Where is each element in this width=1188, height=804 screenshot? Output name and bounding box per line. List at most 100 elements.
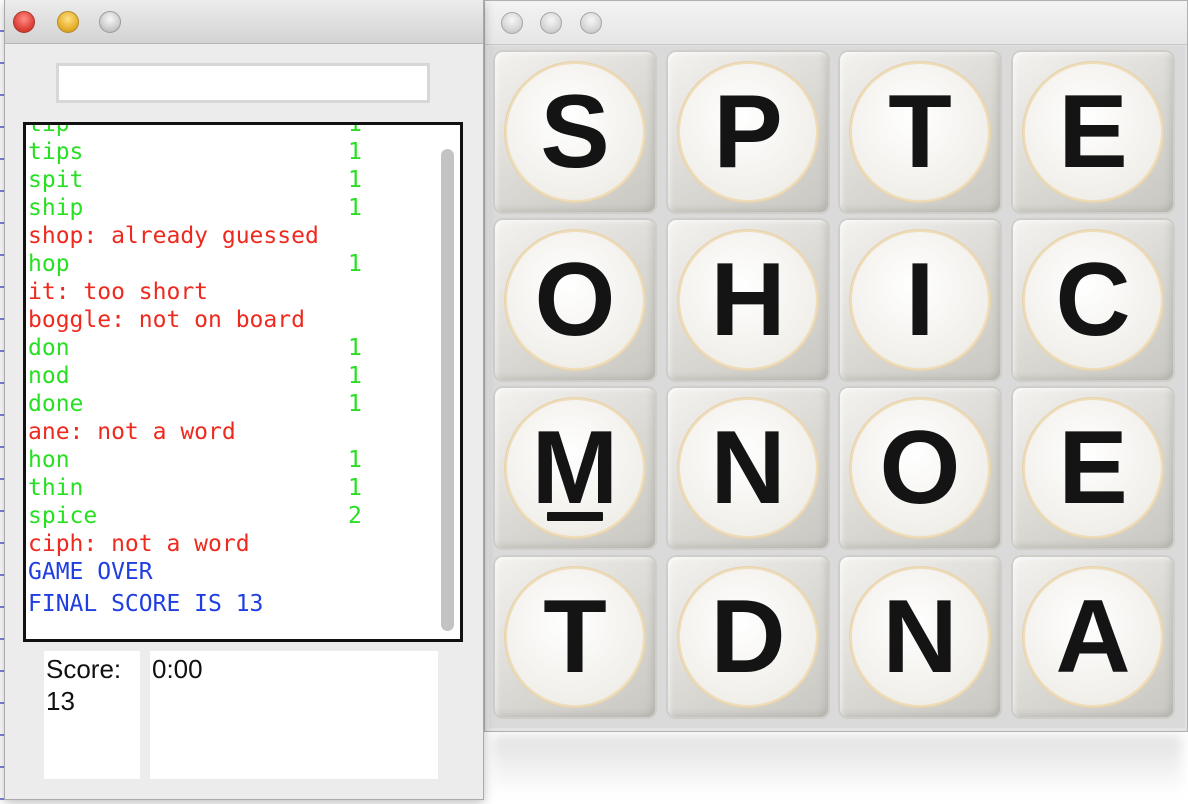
log-entry-points: 2 [348,503,362,529]
log-entry-text: tip [28,122,70,137]
word-entry-input[interactable] [56,63,430,103]
minimize-icon[interactable] [540,12,562,34]
letter-die[interactable]: C [1011,218,1175,382]
log-entry-text: nod [28,363,70,389]
log-entry: thin 1 [28,474,438,502]
log-entry: don 1 [28,334,438,362]
letter-die[interactable]: A [1011,555,1175,719]
die-letter: D [710,579,786,695]
die-letter: S [540,74,610,190]
zoom-icon[interactable] [580,12,602,34]
desktop: tip 1 tips 1 spit 1 ship 1 shop: already guessed… [0,0,1188,804]
boggle-board-window: SPTEOHICMNOETDNA [484,0,1188,732]
log-entry: ciph: not a word [28,530,438,558]
log-entry-text: thin [28,475,84,501]
die-letter: E [1058,410,1128,526]
log-entry: tips 1 [28,138,438,166]
log-entry: tip 1 [28,122,438,138]
game-console-window: tip 1 tips 1 spit 1 ship 1 shop: already guessed… [4,0,484,800]
log-entry-text: spice [28,503,98,529]
die-letter: P [713,74,783,190]
log-entry-text: ciph: not a word [28,531,250,557]
log-entry-points: 1 [348,167,362,193]
die-letter: M [531,410,619,526]
die-letter: A [1055,579,1131,695]
log-entry-points: 1 [348,335,362,361]
log-entry: done 1 [28,390,438,418]
zoom-icon[interactable] [99,11,121,33]
console-titlebar[interactable] [5,0,483,44]
guess-log-list: tip 1 tips 1 spit 1 ship 1 shop: already guessed… [28,122,438,618]
log-entry-text: done [28,391,84,417]
log-entry-points: 1 [348,251,362,277]
letter-grid: SPTEOHICMNOETDNA [489,46,1185,728]
die-letter: N [710,410,786,526]
die-letter: E [1058,74,1128,190]
log-entry-points: 1 [348,139,362,165]
die-letter: H [710,242,786,358]
log-entry: ship 1 [28,194,438,222]
log-entry-text: FINAL SCORE IS 13 [28,591,264,617]
letter-die[interactable]: N [838,555,1002,719]
die-letter: O [534,242,616,358]
log-entry-points: 1 [348,391,362,417]
timer-panel: 0:00 [150,651,438,779]
timer-value: 0:00 [152,654,203,684]
log-entry: nod 1 [28,362,438,390]
die-letter: C [1055,242,1131,358]
log-entry: hop 1 [28,250,438,278]
board-window-shadow [492,735,1182,795]
close-icon[interactable] [501,12,523,34]
log-entry-text: tips [28,139,84,165]
log-entry: spit 1 [28,166,438,194]
letter-die[interactable]: I [838,218,1002,382]
letter-die[interactable]: M [493,386,657,550]
log-entry-points: 1 [348,122,362,137]
log-entry: it: too short [28,278,438,306]
die-letter: T [888,74,952,190]
letter-die[interactable]: O [493,218,657,382]
log-entry: shop: already guessed [28,222,438,250]
log-entry-text: GAME OVER [28,559,153,585]
close-icon[interactable] [13,11,35,33]
log-entry-text: spit [28,167,84,193]
letter-die[interactable]: O [838,386,1002,550]
letter-die[interactable]: T [493,555,657,719]
board-titlebar[interactable] [485,1,1187,45]
log-entry-points: 1 [348,195,362,221]
die-letter: O [879,410,961,526]
guess-log-panel[interactable]: tip 1 tips 1 spit 1 ship 1 shop: already guessed… [23,122,463,642]
letter-die[interactable]: P [666,50,830,214]
die-letter: T [543,579,607,695]
die-letter: I [905,242,935,358]
letter-die[interactable]: E [1011,50,1175,214]
letter-die[interactable]: H [666,218,830,382]
log-scrollbar[interactable] [441,149,454,631]
minimize-icon[interactable] [57,11,79,33]
log-entry: ane: not a word [28,418,438,446]
score-panel: Score: 13 [44,651,140,779]
letter-die[interactable]: D [666,555,830,719]
die-letter: N [882,579,958,695]
log-entry-text: ane: not a word [28,419,236,445]
score-label: Score: [46,654,122,684]
log-entry: boggle: not on board [28,306,438,334]
letter-die[interactable]: N [666,386,830,550]
log-entry-text: hon [28,447,70,473]
log-entry-points: 1 [348,475,362,501]
log-entry-text: ship [28,195,84,221]
letter-die[interactable]: S [493,50,657,214]
log-entry: spice 2 [28,502,438,530]
log-entry-text: don [28,335,70,361]
log-entry-text: hop [28,251,70,277]
letter-die[interactable]: E [1011,386,1175,550]
score-value: 13 [46,686,75,716]
log-entry: GAME OVER [28,558,438,586]
log-entry-text: it: too short [28,279,209,305]
log-entry-text: shop: already guessed [28,223,319,249]
log-entry-points: 1 [348,447,362,473]
log-entry: hon 1 [28,446,438,474]
log-entry-text: boggle: not on board [28,307,305,333]
log-entry: FINAL SCORE IS 13 [28,590,438,618]
letter-die[interactable]: T [838,50,1002,214]
